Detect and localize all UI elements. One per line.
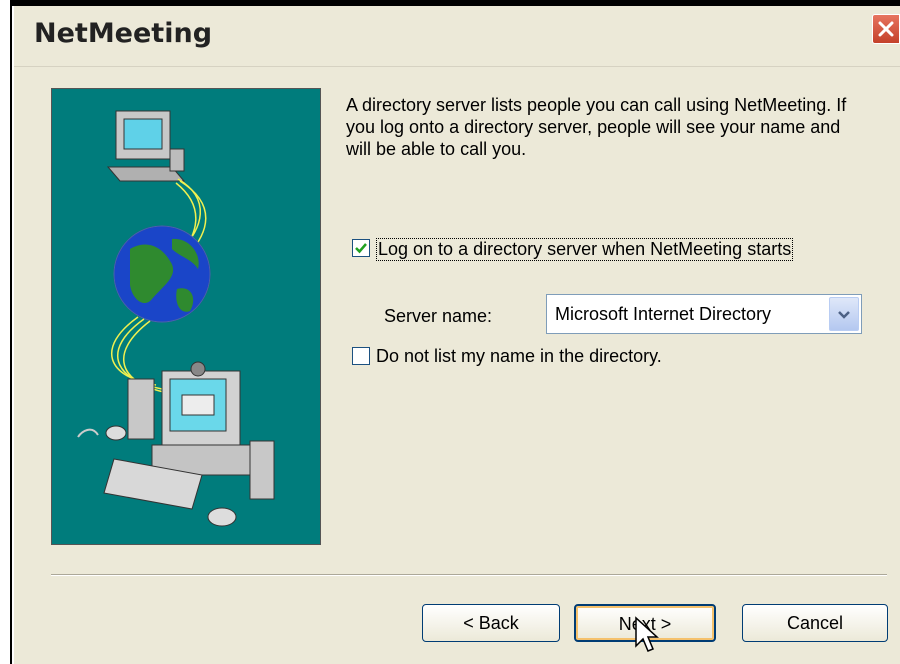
server-name-select[interactable]: Microsoft Internet Directory bbox=[546, 294, 862, 334]
logon-checkbox-label[interactable]: Log on to a directory server when NetMee… bbox=[376, 238, 794, 261]
globe-icon bbox=[113, 225, 211, 323]
window-title: NetMeeting bbox=[34, 18, 213, 49]
netmeeting-dialog: NetMeeting A directory server lists peop… bbox=[14, 6, 900, 664]
title-bar[interactable]: NetMeeting bbox=[14, 6, 900, 67]
mouse-cursor-icon bbox=[635, 616, 659, 652]
unlisted-checkbox[interactable] bbox=[352, 347, 370, 365]
close-button[interactable] bbox=[872, 14, 900, 44]
checkmark-icon bbox=[355, 243, 367, 254]
server-name-label: Server name: bbox=[384, 306, 493, 326]
server-name-value: Microsoft Internet Directory bbox=[555, 304, 772, 324]
wizard-illustration bbox=[51, 88, 321, 545]
description-text: A directory server lists people you can … bbox=[346, 95, 847, 159]
computer-icon bbox=[77, 361, 275, 527]
cancel-button[interactable]: Cancel bbox=[742, 604, 888, 642]
divider bbox=[51, 574, 887, 576]
unlisted-checkbox-label[interactable]: Do not list my name in the directory. bbox=[376, 346, 662, 367]
close-icon bbox=[878, 21, 894, 37]
logon-checkbox[interactable] bbox=[352, 239, 370, 257]
chevron-down-icon bbox=[838, 311, 850, 319]
computer-icon bbox=[106, 110, 186, 182]
screen-left-edge bbox=[0, 0, 12, 664]
dropdown-button[interactable] bbox=[829, 297, 859, 331]
back-button[interactable]: < Back bbox=[422, 604, 560, 642]
